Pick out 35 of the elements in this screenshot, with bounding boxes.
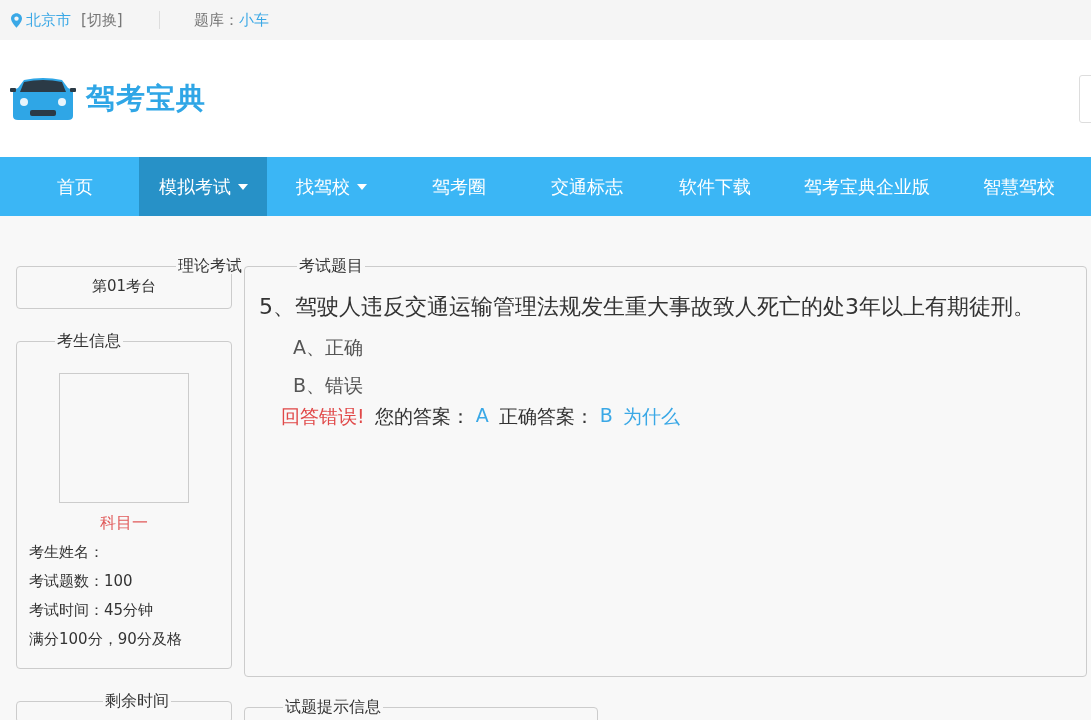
- answer-option[interactable]: B、错误: [259, 366, 1072, 404]
- info-line: 满分100分，90分及格: [28, 629, 183, 650]
- nav-tab[interactable]: 软件下载: [651, 157, 779, 216]
- panel-title: 考试题目: [298, 258, 364, 274]
- nav-tab[interactable]: 找驾校: [267, 157, 395, 216]
- answer-option[interactable]: A、正确: [259, 328, 1072, 366]
- nav-tab[interactable]: 首页: [11, 157, 139, 216]
- panel-title: 理论考试: [177, 258, 243, 274]
- your-answer-value: A: [475, 404, 489, 428]
- correct-answer-label: 正确答案：: [498, 404, 594, 429]
- station-label: 第01考台: [90, 276, 158, 296]
- car-logo-icon: [10, 75, 76, 122]
- subject-label: 科目一: [99, 513, 149, 534]
- logo-text[interactable]: 驾考宝典: [86, 78, 206, 119]
- info-line: 考试题数：100: [28, 571, 134, 592]
- switch-city-link[interactable]: [切换]: [81, 10, 123, 30]
- panel-title: 剩余时间: [104, 693, 170, 709]
- nav-tab[interactable]: 驾考圈: [395, 157, 523, 216]
- nav-tab[interactable]: 驾考宝典企业版: [779, 157, 955, 216]
- location-pin-icon: [11, 12, 22, 28]
- question-text: 5、驾驶人违反交通运输管理法规发生重大事故致人死亡的处3年以上有期徒刑。: [259, 293, 1036, 321]
- nav-tab[interactable]: 智慧驾校: [955, 157, 1083, 216]
- result-status: 回答错误!: [281, 404, 365, 429]
- city-link[interactable]: 北京市: [26, 10, 71, 30]
- question-bank-label: 题库：: [193, 10, 239, 30]
- why-link[interactable]: 为什么: [622, 404, 680, 430]
- question-bank-link[interactable]: 小车: [238, 10, 269, 30]
- nav-tab[interactable]: 模拟考试: [139, 157, 267, 216]
- nav-tab[interactable]: 交通标志: [523, 157, 651, 216]
- correct-answer-value: B: [599, 404, 613, 428]
- info-line: 考生姓名：: [28, 542, 105, 563]
- panel-title: 考生信息: [56, 333, 122, 349]
- info-line: 考试时间：45分钟: [28, 600, 155, 621]
- panel-title: 试题提示信息: [284, 699, 382, 715]
- your-answer-label: 您的答案：: [374, 404, 470, 429]
